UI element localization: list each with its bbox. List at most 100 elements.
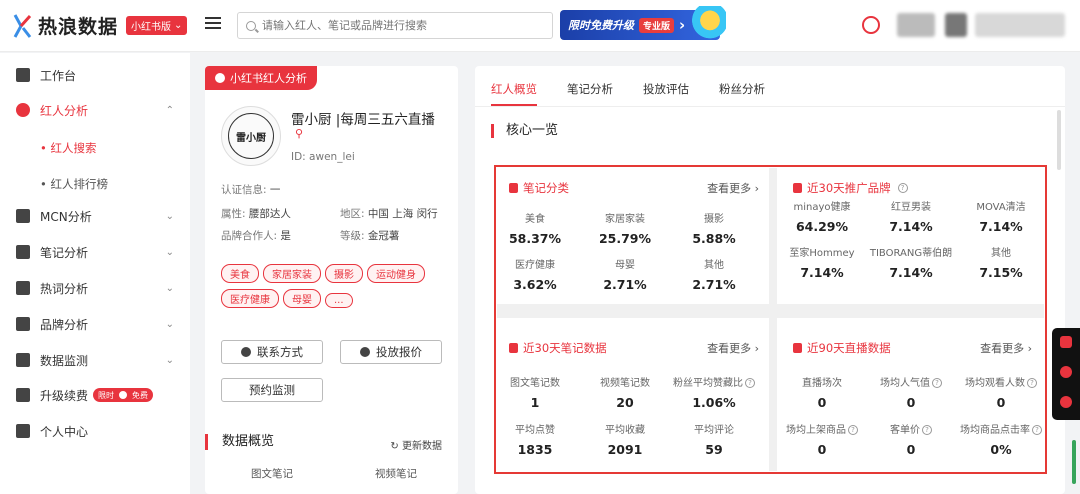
sidebar-item-label: 数据监测 — [40, 353, 89, 368]
sidebar-item-label: 红人分析 — [40, 103, 89, 118]
chip[interactable]: 家居家装 — [263, 264, 321, 283]
splash-decoration — [686, 6, 726, 42]
sidebar-item-label: 工作台 — [40, 68, 77, 83]
renew-badge-right: 免费 — [132, 390, 149, 400]
sidebar-item-brands[interactable]: 品牌分析 ⌄ — [0, 307, 190, 341]
profile-tag-label: 小红书红人分析 — [230, 72, 307, 85]
sidebar-subitem-search[interactable]: • 红人搜索 — [40, 140, 96, 156]
avatar[interactable] — [897, 13, 935, 37]
top-bar: 热浪数据 小红书版⌄ 限时免费升级 专业版 › — [0, 0, 1080, 52]
chevron-down-icon: ⌄ — [165, 354, 174, 366]
search-input[interactable] — [262, 19, 552, 32]
influencer-id: ID: awen_lei — [291, 151, 355, 163]
tab-divider — [475, 106, 1065, 107]
price-button[interactable]: 投放报价 — [340, 340, 442, 364]
cert-value: 一 — [269, 184, 281, 196]
logo-text: 热浪数据 — [38, 16, 119, 38]
sidebar-item-label: 笔记分析 — [40, 245, 89, 260]
level-label: 等级: — [340, 230, 365, 242]
level-info: 等级: 金冠薯 — [340, 228, 399, 243]
crown-icon — [16, 209, 30, 223]
sidebar-item-upgrade[interactable]: 升级续费 限时 免费 — [0, 378, 190, 412]
chevron-down-icon: ⌄ — [165, 282, 174, 294]
tab-overview[interactable]: 红人概览 — [491, 81, 537, 106]
book-icon — [16, 245, 30, 259]
avatar-text: 雷小厨 — [228, 113, 274, 159]
price-button-label: 投放报价 — [376, 345, 422, 359]
brand-partner-value: 是 — [280, 230, 291, 242]
level-value: 金冠薯 — [367, 230, 400, 242]
chevron-down-icon: ⌄ — [165, 246, 174, 258]
promo-banner[interactable]: 限时免费升级 专业版 › — [560, 6, 726, 42]
flower-icon — [16, 103, 30, 117]
brand-partner-info: 品牌合作人: 是 — [221, 228, 291, 243]
tab-fans[interactable]: 粉丝分析 — [719, 81, 765, 106]
phone-icon[interactable] — [1060, 336, 1072, 348]
location-pin-icon[interactable]: ⚲ — [295, 127, 303, 140]
tab-delivery[interactable]: 投放评估 — [643, 81, 689, 106]
refresh-label: 更新数据 — [402, 441, 442, 452]
renew-badge: 限时 免费 — [93, 388, 154, 402]
contact-button[interactable]: 联系方式 — [221, 340, 323, 364]
core-title: 核心一览 — [491, 124, 558, 138]
user-badge — [945, 13, 967, 37]
chart-icon — [16, 353, 30, 367]
monitor-button-label: 预约监测 — [249, 383, 295, 397]
monitor-button[interactable]: 预约监测 — [221, 378, 323, 402]
logo-icon — [12, 13, 32, 39]
chip[interactable]: 医疗健康 — [221, 289, 279, 308]
sidebar-item-label: MCN分析 — [40, 209, 92, 224]
tab-notes[interactable]: 笔记分析 — [567, 81, 613, 106]
clock-icon — [117, 389, 130, 401]
sidebar-item-label: 热词分析 — [40, 281, 89, 296]
sidebar-item-notes[interactable]: 笔记分析 ⌄ — [0, 235, 190, 269]
home-icon — [16, 68, 30, 82]
renew-badge-left: 限时 — [98, 390, 115, 400]
medal-icon — [16, 317, 30, 331]
chip[interactable]: 摄影 — [325, 264, 363, 283]
sidebar-item-monitoring[interactable]: 数据监测 ⌄ — [0, 343, 190, 377]
user-name[interactable] — [975, 13, 1065, 37]
sidebar-item-hotwords[interactable]: 热词分析 ⌄ — [0, 271, 190, 305]
chevron-down-icon: ⌄ — [165, 210, 174, 222]
sidebar-item-mcn[interactable]: MCN分析 ⌄ — [0, 199, 190, 233]
sidebar-item-profile[interactable]: 个人中心 — [0, 414, 190, 448]
chip-more[interactable]: ... — [325, 293, 353, 308]
floating-toolbar — [1052, 328, 1080, 420]
category-chips: 美食 家居家装 摄影 运动健身医疗健康 母婴... — [221, 264, 446, 314]
flower-icon — [215, 73, 225, 83]
headset-icon[interactable] — [1060, 366, 1072, 378]
attr-value: 腰部达人 — [248, 208, 291, 220]
chevron-up-icon: ⌃ — [165, 104, 174, 116]
arrow-right-icon: › — [679, 16, 686, 34]
chat-icon — [16, 281, 30, 295]
attr-info: 属性: 腰部达人 — [221, 206, 291, 221]
menu-toggle-icon[interactable] — [205, 17, 221, 31]
eye-icon — [241, 347, 251, 357]
sidebar: 工作台 红人分析 ⌃ • 红人搜索 • 红人排行榜 MCN分析 ⌄ 笔记分析 ⌄ 热词… — [0, 53, 190, 494]
chip[interactable]: 美食 — [221, 264, 259, 283]
sidebar-item-label: 个人中心 — [40, 424, 89, 439]
chip[interactable]: 母婴 — [283, 289, 321, 308]
scrollbar[interactable] — [1057, 110, 1061, 170]
avatar: 雷小厨 — [221, 106, 281, 166]
chevron-down-icon: ⌄ — [165, 318, 174, 330]
headset-icon[interactable] — [862, 16, 880, 34]
promo-text: 限时免费升级 — [568, 19, 634, 32]
sidebar-item-label: 升级续费 — [40, 388, 89, 403]
sidebar-subitem-ranking[interactable]: • 红人排行榜 — [40, 176, 108, 192]
sidebar-item-label: 品牌分析 — [40, 317, 89, 332]
wechat-icon[interactable] — [1060, 396, 1072, 408]
search-box[interactable] — [237, 12, 553, 39]
chip[interactable]: 运动健身 — [367, 264, 425, 283]
brand-partner-label: 品牌合作人: — [221, 230, 278, 242]
edition-switch[interactable]: 小红书版 ⌄ — [126, 16, 188, 35]
sidebar-item-influencer-analysis[interactable]: 红人分析 ⌃ — [0, 93, 190, 127]
chevron-down-icon: ⌄ — [174, 20, 183, 31]
refresh-button[interactable]: ↻ 更新数据 — [390, 437, 442, 452]
sidebar-item-workbench[interactable]: 工作台 — [0, 58, 190, 92]
region-label: 地区: — [340, 208, 365, 220]
influencer-name: 雷小厨 |每周三五六直播 — [291, 112, 435, 128]
refresh-icon: ↻ — [390, 441, 399, 452]
logo[interactable]: 热浪数据 小红书版 ⌄ — [12, 12, 188, 39]
